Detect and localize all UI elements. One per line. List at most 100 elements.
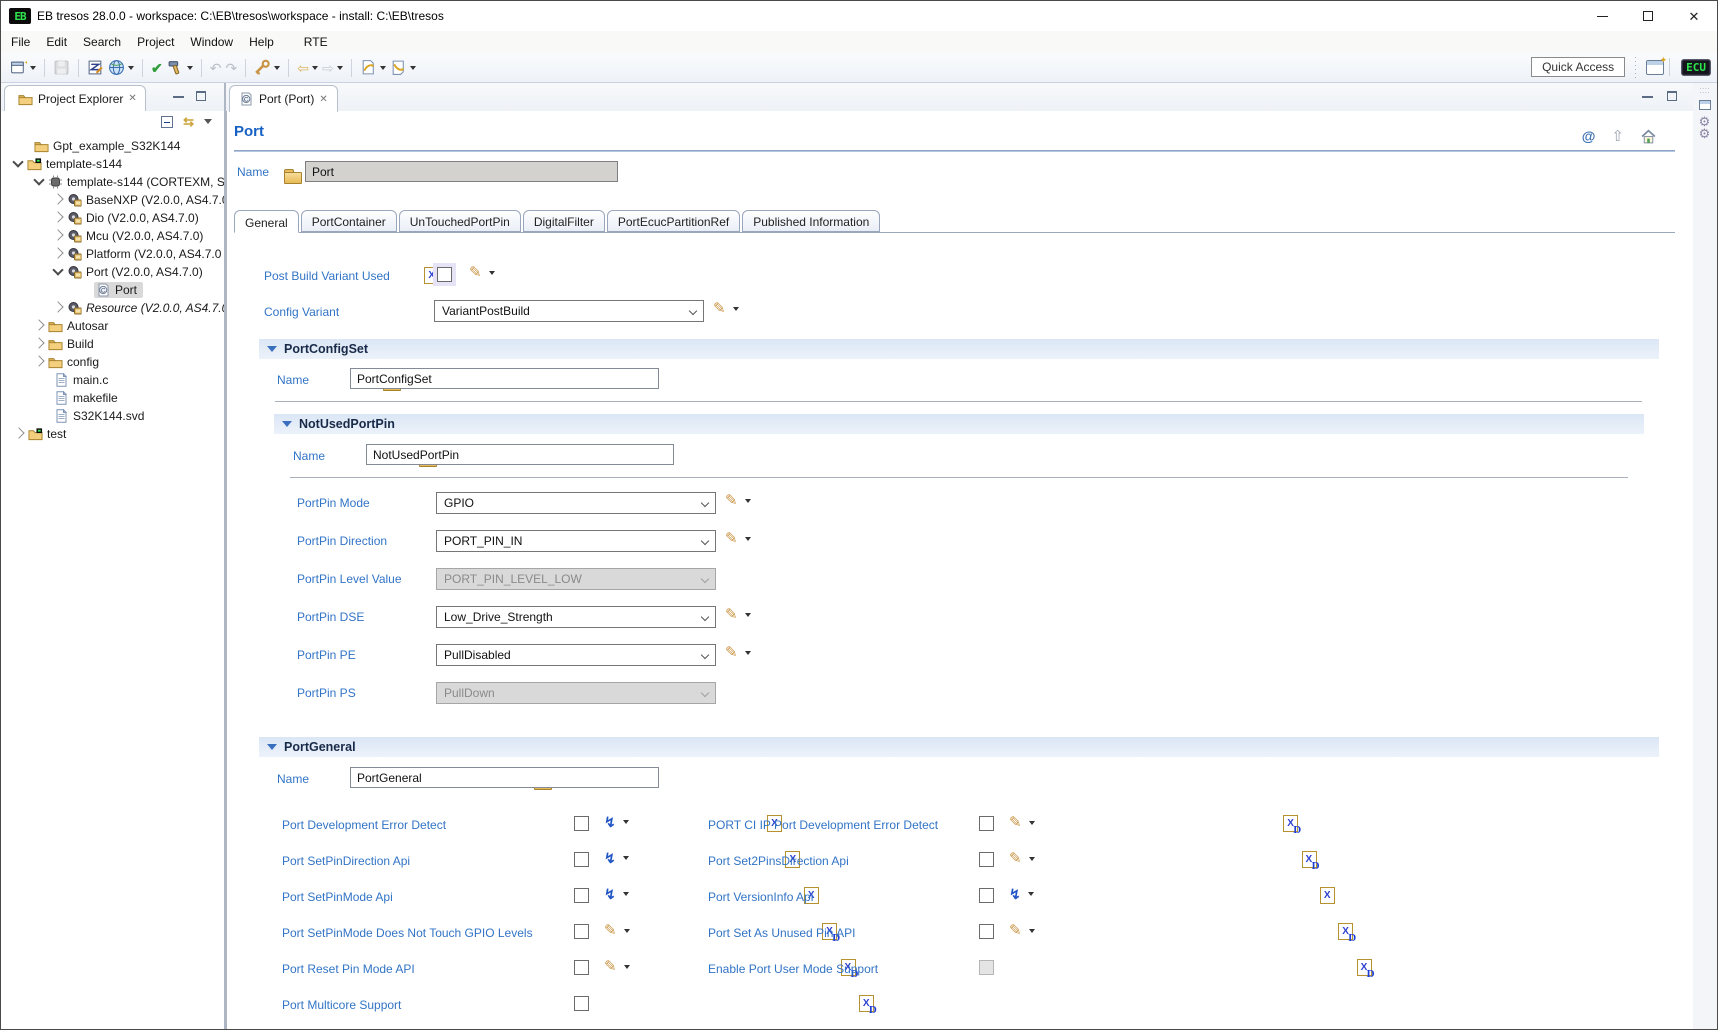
- expander-closed-icon[interactable]: [33, 337, 45, 349]
- section-portconfigset[interactable]: PortConfigSet: [259, 339, 1659, 359]
- pencil-editor-button[interactable]: ✎: [725, 531, 751, 546]
- option-checkbox[interactable]: [574, 852, 589, 867]
- tree-item[interactable]: S32K144.svd: [54, 407, 144, 425]
- section-portgeneral[interactable]: PortGeneral: [259, 737, 1659, 757]
- menu-window[interactable]: Window: [182, 32, 241, 52]
- attributes-icon[interactable]: @: [1582, 128, 1596, 144]
- portconfigset-name-field[interactable]: PortConfigSet: [350, 368, 659, 389]
- pencil-editor-button[interactable]: ✎: [1009, 815, 1035, 830]
- collapse-all-icon[interactable]: [161, 115, 174, 128]
- home-icon[interactable]: [1640, 129, 1657, 144]
- verify-icon[interactable]: ✔: [149, 59, 165, 77]
- back-icon[interactable]: ⇦: [295, 59, 320, 77]
- notusedportpin-name-field[interactable]: NotUsedPortPin: [366, 444, 674, 465]
- expander-open-icon[interactable]: [33, 174, 45, 186]
- close-editor-icon[interactable]: ✕: [319, 94, 327, 105]
- maximize-button[interactable]: [1625, 1, 1671, 31]
- expander-closed-icon[interactable]: [13, 427, 25, 439]
- expander-closed-icon[interactable]: [33, 355, 45, 367]
- pencil-editor-button[interactable]: ✎: [604, 959, 630, 974]
- tree-item[interactable]: template-s144: [12, 155, 122, 173]
- gears-icon[interactable]: ⚙ ⚙: [1692, 115, 1717, 140]
- pencil-editor-button[interactable]: ✎: [1009, 851, 1035, 866]
- tree-item[interactable]: template-s144 (CORTEXM, S: [33, 173, 224, 191]
- pencil-editor-button[interactable]: ✎: [604, 923, 630, 938]
- editor-tab-port[interactable]: Port (Port) ✕: [229, 85, 338, 112]
- next-annotation-icon[interactable]: [388, 57, 418, 78]
- tab-portcontainer[interactable]: PortContainer: [300, 210, 397, 232]
- tree-item[interactable]: Port (V2.0.0, AS4.7.0): [52, 263, 203, 281]
- tree-item[interactable]: Autosar: [33, 317, 108, 335]
- tab-general[interactable]: General: [234, 210, 299, 233]
- edit-config-icon[interactable]: [85, 57, 106, 78]
- restore-view-icon[interactable]: [1698, 100, 1711, 110]
- link-with-editor-icon[interactable]: ⇆: [183, 115, 194, 128]
- ecu-perspective-button[interactable]: ECU: [1681, 58, 1711, 76]
- expander-open-icon[interactable]: [12, 156, 24, 168]
- name-field[interactable]: Port: [305, 161, 618, 182]
- tree-item[interactable]: test: [13, 425, 66, 443]
- pencil-editor-button[interactable]: ✎: [713, 301, 739, 316]
- formula-editor-button[interactable]: ↯: [604, 851, 629, 865]
- menu-project[interactable]: Project: [129, 32, 182, 52]
- option-checkbox[interactable]: [979, 924, 994, 939]
- tree-item[interactable]: Dio (V2.0.0, AS4.7.0): [52, 209, 199, 227]
- portpin-dse-select[interactable]: Low_Drive_Strength: [436, 606, 716, 628]
- tree-item[interactable]: BaseNXP (V2.0.0, AS4.7.0: [52, 191, 224, 209]
- tree-item[interactable]: makefile: [54, 389, 118, 407]
- tab-project-explorer[interactable]: Project Explorer ✕: [4, 85, 146, 111]
- collapse-triangle-icon[interactable]: [267, 744, 277, 750]
- portpin-direction-select[interactable]: PORT_PIN_IN: [436, 530, 716, 552]
- build-icon[interactable]: [165, 57, 195, 78]
- minimize-editor-icon[interactable]: [1642, 95, 1653, 98]
- code-key-icon[interactable]: [252, 57, 282, 78]
- option-checkbox[interactable]: [979, 888, 994, 903]
- maximize-editor-icon[interactable]: [1667, 91, 1677, 101]
- minimize-view-icon[interactable]: [173, 95, 184, 98]
- last-edit-icon[interactable]: [358, 57, 388, 78]
- expander-closed-icon[interactable]: [52, 247, 64, 259]
- expander-open-icon[interactable]: [52, 264, 64, 276]
- tab-publishedinformation[interactable]: Published Information: [742, 210, 881, 232]
- open-perspective-icon[interactable]: [1644, 55, 1667, 77]
- pencil-editor-button[interactable]: ✎: [469, 265, 495, 280]
- formula-editor-button[interactable]: ↯: [604, 887, 629, 901]
- tree-item[interactable]: config: [33, 353, 99, 371]
- generate-icon[interactable]: [106, 57, 136, 78]
- expander-closed-icon[interactable]: [33, 319, 45, 331]
- pencil-editor-button[interactable]: ✎: [725, 607, 751, 622]
- collapse-triangle-icon[interactable]: [267, 346, 277, 352]
- tree-item[interactable]: Resource (V2.0.0, AS4.7.0: [52, 299, 224, 317]
- pencil-editor-button[interactable]: ✎: [725, 493, 751, 508]
- quick-access-box[interactable]: Quick Access: [1531, 57, 1626, 78]
- save-icon[interactable]: [51, 57, 72, 78]
- menu-help[interactable]: Help: [241, 32, 282, 52]
- collapse-triangle-icon[interactable]: [282, 421, 292, 427]
- menu-search[interactable]: Search: [75, 32, 129, 52]
- portgeneral-name-field[interactable]: PortGeneral: [350, 767, 659, 788]
- minimize-button[interactable]: [1579, 1, 1625, 31]
- option-checkbox[interactable]: [574, 888, 589, 903]
- expander-closed-icon[interactable]: [52, 301, 64, 313]
- expander-closed-icon[interactable]: [52, 193, 64, 205]
- post-build-variant-checkbox[interactable]: [437, 267, 452, 282]
- tree-item[interactable]: Build: [33, 335, 94, 353]
- tree-item[interactable]: Mcu (V2.0.0, AS4.7.0): [52, 227, 203, 245]
- tree-item[interactable]: main.c: [54, 371, 108, 389]
- option-checkbox[interactable]: [574, 996, 589, 1011]
- pencil-editor-button[interactable]: ✎: [725, 645, 751, 660]
- expander-closed-icon[interactable]: [52, 211, 64, 223]
- forward-icon[interactable]: ⇨: [320, 59, 345, 77]
- view-menu-icon[interactable]: [204, 119, 212, 124]
- option-checkbox[interactable]: [979, 816, 994, 831]
- menu-edit[interactable]: Edit: [38, 32, 75, 52]
- tree-item[interactable]: Gpt_example_S32K144: [34, 137, 180, 155]
- option-checkbox[interactable]: [574, 924, 589, 939]
- menu-rte[interactable]: RTE: [296, 32, 336, 52]
- option-checkbox[interactable]: [979, 852, 994, 867]
- close-button[interactable]: ✕: [1671, 1, 1717, 31]
- menu-file[interactable]: File: [3, 32, 38, 52]
- undo-icon[interactable]: ↶: [208, 59, 224, 77]
- tree-item-selected[interactable]: Port: [94, 281, 144, 299]
- option-checkbox[interactable]: [574, 960, 589, 975]
